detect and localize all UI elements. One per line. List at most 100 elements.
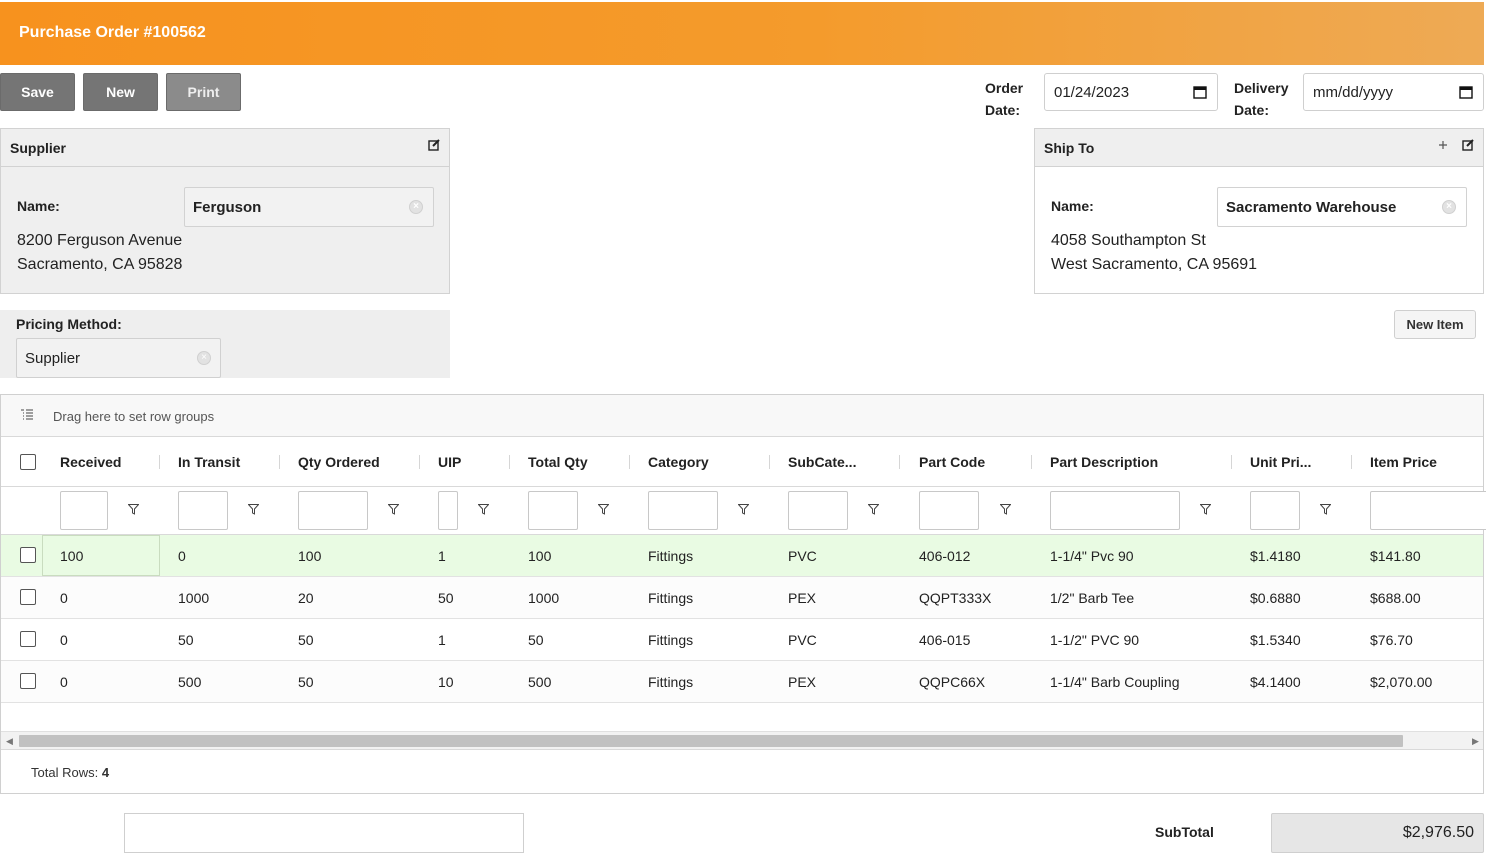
- column-header-received[interactable]: Received: [60, 454, 121, 470]
- filter-icon[interactable]: [598, 504, 609, 515]
- column-header-in-transit[interactable]: In Transit: [178, 454, 240, 470]
- print-button[interactable]: Print: [166, 73, 241, 111]
- filter-input-item-price[interactable]: [1370, 491, 1486, 530]
- filter-icon[interactable]: [738, 504, 749, 515]
- edit-icon[interactable]: [1462, 139, 1474, 151]
- column-header-part-description[interactable]: Part Description: [1050, 454, 1158, 470]
- column-resize-handle[interactable]: [159, 455, 160, 469]
- row-checkbox[interactable]: [20, 547, 36, 563]
- column-header-subcate[interactable]: SubCate...: [788, 454, 856, 470]
- cell-item-price[interactable]: $141.80: [1370, 548, 1421, 564]
- cell-qty-ordered[interactable]: 20: [298, 590, 314, 606]
- column-header-part-code[interactable]: Part Code: [919, 454, 985, 470]
- notes-field[interactable]: [124, 813, 524, 853]
- filter-icon[interactable]: [868, 504, 879, 515]
- filter-input-total-qty[interactable]: [528, 491, 578, 530]
- column-header-total-qty[interactable]: Total Qty: [528, 454, 588, 470]
- filter-icon[interactable]: [1200, 504, 1211, 515]
- cell-total-qty[interactable]: 100: [528, 548, 551, 564]
- filter-input-qty-ordered[interactable]: [298, 491, 368, 530]
- table-row[interactable]: 100 0 100 1 100 Fittings PVC 406-012 1-1/4" Pvc …: [1, 535, 1483, 577]
- plus-icon[interactable]: [1437, 139, 1449, 151]
- horizontal-scrollbar[interactable]: ◀ ▶: [1, 731, 1483, 749]
- calendar-icon[interactable]: [1459, 85, 1473, 99]
- column-header-qty-ordered[interactable]: Qty Ordered: [298, 454, 380, 470]
- table-row[interactable]: 0 500 50 10 500 Fittings PEX QQPC66X 1-1/4" Barb…: [1, 661, 1483, 703]
- filter-input-part-code[interactable]: [919, 491, 979, 530]
- column-resize-handle[interactable]: [1231, 455, 1232, 469]
- ship-to-name-field[interactable]: Sacramento Warehouse ×: [1217, 187, 1467, 227]
- cell-part-description[interactable]: 1-1/4" Pvc 90: [1050, 548, 1134, 564]
- cell-uip[interactable]: 1: [438, 548, 446, 564]
- cell-part-description[interactable]: 1/2" Barb Tee: [1050, 590, 1134, 606]
- filter-icon[interactable]: [1000, 504, 1011, 515]
- clear-icon[interactable]: ×: [409, 200, 423, 214]
- calendar-icon[interactable]: [1193, 85, 1207, 99]
- cell-total-qty[interactable]: 500: [528, 674, 551, 690]
- pricing-method-field[interactable]: Supplier ×: [16, 338, 221, 378]
- filter-icon[interactable]: [388, 504, 399, 515]
- column-resize-handle[interactable]: [629, 455, 630, 469]
- cell-unit-pri[interactable]: $1.5340: [1250, 632, 1301, 648]
- cell-uip[interactable]: 10: [438, 674, 454, 690]
- filter-icon[interactable]: [1320, 504, 1331, 515]
- cell-part-description[interactable]: 1-1/2" PVC 90: [1050, 632, 1139, 648]
- cell-in-transit[interactable]: 0: [178, 548, 186, 564]
- filter-icon[interactable]: [478, 504, 489, 515]
- new-button[interactable]: New: [83, 73, 158, 111]
- cell-category[interactable]: Fittings: [648, 674, 693, 690]
- cell-category[interactable]: Fittings: [648, 590, 693, 606]
- filter-input-part-description[interactable]: [1050, 491, 1180, 530]
- order-date-input[interactable]: 01/24/2023: [1044, 73, 1218, 111]
- clear-icon[interactable]: ×: [197, 351, 211, 365]
- cell-in-transit[interactable]: 50: [178, 632, 194, 648]
- cell-part-code[interactable]: QQPT333X: [919, 590, 991, 606]
- edit-icon[interactable]: [428, 139, 440, 151]
- column-header-uip[interactable]: UIP: [438, 454, 461, 470]
- cell-unit-pri[interactable]: $4.1400: [1250, 674, 1301, 690]
- filter-input-unit-pri[interactable]: [1250, 491, 1300, 530]
- scroll-right-icon[interactable]: ▶: [1472, 736, 1479, 747]
- cell-qty-ordered[interactable]: 50: [298, 674, 314, 690]
- cell-item-price[interactable]: $76.70: [1370, 632, 1413, 648]
- cell-part-description[interactable]: 1-1/4" Barb Coupling: [1050, 674, 1180, 690]
- column-resize-handle[interactable]: [509, 455, 510, 469]
- filter-input-uip[interactable]: [438, 491, 458, 530]
- cell-in-transit[interactable]: 1000: [178, 590, 209, 606]
- row-checkbox[interactable]: [20, 631, 36, 647]
- cell-total-qty[interactable]: 50: [528, 632, 544, 648]
- column-header-item-price[interactable]: Item Price: [1370, 454, 1437, 470]
- new-item-button[interactable]: New Item: [1394, 310, 1476, 339]
- cell-received[interactable]: 0: [60, 632, 68, 648]
- scrollbar-thumb[interactable]: [19, 735, 1403, 747]
- cell-qty-ordered[interactable]: 100: [298, 548, 321, 564]
- cell-received[interactable]: 100: [60, 548, 83, 564]
- cell-category[interactable]: Fittings: [648, 548, 693, 564]
- cell-subcate[interactable]: PVC: [788, 548, 817, 564]
- supplier-name-field[interactable]: Ferguson ×: [184, 187, 434, 227]
- row-group-bar[interactable]: Drag here to set row groups: [1, 395, 1483, 437]
- column-header-unit-pri[interactable]: Unit Pri...: [1250, 454, 1311, 470]
- cell-in-transit[interactable]: 500: [178, 674, 201, 690]
- save-button[interactable]: Save: [0, 73, 75, 111]
- cell-part-code[interactable]: 406-012: [919, 548, 970, 564]
- cell-uip[interactable]: 1: [438, 632, 446, 648]
- clear-icon[interactable]: ×: [1442, 200, 1456, 214]
- cell-item-price[interactable]: $2,070.00: [1370, 674, 1432, 690]
- column-resize-handle[interactable]: [899, 455, 900, 469]
- filter-input-category[interactable]: [648, 491, 718, 530]
- cell-received[interactable]: 0: [60, 674, 68, 690]
- filter-input-in-transit[interactable]: [178, 491, 228, 530]
- delivery-date-input[interactable]: mm/dd/yyyy: [1303, 73, 1484, 111]
- table-row[interactable]: 0 1000 20 50 1000 Fittings PEX QQPT333X 1/2" Bar…: [1, 577, 1483, 619]
- filter-icon[interactable]: [248, 504, 259, 515]
- column-resize-handle[interactable]: [769, 455, 770, 469]
- cell-unit-pri[interactable]: $0.6880: [1250, 590, 1301, 606]
- cell-unit-pri[interactable]: $1.4180: [1250, 548, 1301, 564]
- cell-qty-ordered[interactable]: 50: [298, 632, 314, 648]
- cell-item-price[interactable]: $688.00: [1370, 590, 1421, 606]
- cell-total-qty[interactable]: 1000: [528, 590, 559, 606]
- cell-subcate[interactable]: PEX: [788, 674, 816, 690]
- filter-icon[interactable]: [128, 504, 139, 515]
- column-header-category[interactable]: Category: [648, 454, 709, 470]
